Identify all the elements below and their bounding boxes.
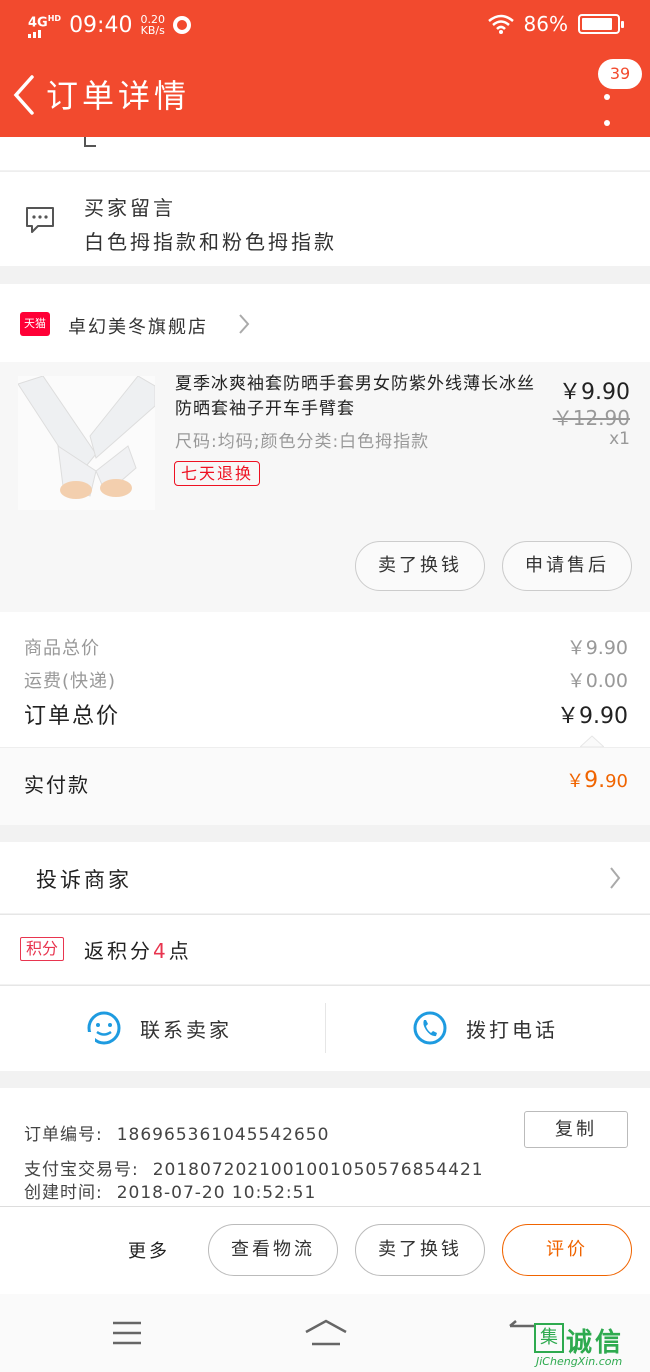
goods-total-value: ￥9.90: [566, 637, 628, 659]
watermark-url: JiChengXin.com: [536, 1355, 623, 1368]
created-time-row: 创建时间: 2018-07-20 10:52:51: [24, 1178, 316, 1203]
contact-seller-label: 联系卖家: [140, 1017, 232, 1042]
network-sup: HD: [47, 14, 62, 23]
clock: 09:40: [69, 12, 133, 38]
tmall-logo: 天猫: [20, 312, 50, 336]
home-icon[interactable]: [304, 1318, 348, 1346]
nav-bar: 订单详情 39: [0, 55, 650, 135]
battery-icon: [578, 14, 624, 34]
more-menu-button[interactable]: [600, 90, 614, 130]
view-logistics-button[interactable]: 查看物流: [208, 1224, 338, 1276]
divider: [325, 1003, 326, 1053]
battery-percent: 86%: [523, 12, 568, 36]
chat-bubble-icon: [26, 207, 54, 233]
shop-name[interactable]: 卓幻美冬旗舰店: [68, 313, 208, 339]
product-original-price: ￥12.90: [552, 406, 630, 430]
order-total-label: 订单总价: [24, 704, 121, 729]
tmall-badge: 天猫: [20, 312, 50, 336]
order-number-value: 1869653610455426​50: [116, 1125, 330, 1145]
status-bar: 4GHD 09:40 0.20 KB/s 86%: [0, 0, 650, 50]
alipay-row: 支付宝交易号: 2018072021001001050576854421: [24, 1155, 484, 1180]
shipping-label: 运费(快递): [24, 671, 117, 692]
call-label: 拨打电话: [466, 1017, 558, 1042]
resell-button[interactable]: 卖了换钱: [355, 541, 485, 591]
resell-bottom-button[interactable]: 卖了换钱: [355, 1224, 485, 1276]
paid-integer: 9.: [584, 768, 606, 793]
scrolled-partial-row: [0, 137, 650, 170]
return-policy-tag: 七天退换: [174, 461, 261, 486]
speed-unit: KB/s: [140, 24, 165, 38]
paid-decimal: 90: [605, 771, 628, 792]
after-sales-button[interactable]: 申请售后: [502, 541, 632, 591]
product-thumbnail[interactable]: [17, 375, 156, 510]
more-actions-button[interactable]: 更多: [128, 1237, 170, 1263]
network-speed: 0.20 KB/s: [140, 14, 165, 36]
created-time-value: 2018-07-20 10:52:51: [116, 1183, 317, 1203]
goods-total-label: 商品总价: [24, 638, 100, 659]
chevron-left-icon: [13, 75, 34, 115]
paid-amount-row: [0, 747, 650, 825]
notch-decoration: [580, 735, 604, 747]
points-text: 返积分4点: [84, 935, 192, 964]
buyer-message-title: 买家留言: [84, 196, 176, 220]
signal-icon: [28, 30, 61, 39]
order-number-label: 订单编号:: [24, 1125, 103, 1145]
back-button[interactable]: [10, 73, 40, 117]
globe-icon: [172, 16, 191, 35]
network-type: 4G: [28, 15, 48, 31]
buyer-message-text: 白色拇指款和粉色拇指款: [84, 230, 337, 254]
arm-sleeve-image: [17, 375, 156, 510]
points-badge: 积分: [20, 937, 64, 961]
chat-face-icon: [87, 1011, 121, 1045]
alipay-value: 2018072021001001050576854421: [152, 1160, 484, 1180]
paid-currency: ￥: [566, 771, 585, 792]
page-title: 订单详情: [46, 77, 191, 115]
buyer-message-section: 买家留言 白色拇指款和粉色拇指款: [0, 171, 650, 266]
watermark-logo: 集: [534, 1323, 564, 1353]
shipping-value: ￥0.00: [566, 670, 628, 692]
contact-seller-button[interactable]: 联系卖家: [86, 1005, 232, 1051]
product-spec: 尺码:均码;颜色分类:白色拇指款: [175, 432, 430, 452]
paid-label: 实付款: [24, 773, 90, 797]
complain-seller-label[interactable]: 投诉商家: [36, 864, 132, 894]
order-total-value: ￥9.90: [557, 704, 628, 729]
points-value: 4: [153, 939, 169, 963]
wifi-icon: [487, 14, 514, 34]
network-indicator: 4GHD: [28, 12, 62, 39]
alipay-label: 支付宝交易号:: [24, 1160, 139, 1180]
paid-value: ￥9.90: [566, 767, 628, 793]
product-title[interactable]: 夏季冰爽袖套防晒手套男女防紫外线薄长冰丝防晒套袖子开车手臂套: [175, 372, 535, 422]
chevron-right-icon: [610, 867, 621, 889]
created-time-label: 创建时间:: [24, 1183, 103, 1203]
message-count-badge[interactable]: 39: [598, 59, 642, 89]
phone-icon: [413, 1011, 447, 1045]
dot-icon: [604, 94, 610, 100]
chevron-right-icon: [239, 314, 250, 334]
call-button[interactable]: 拨打电话: [412, 1005, 558, 1051]
product-quantity: x1: [609, 429, 630, 449]
review-button[interactable]: 评价: [502, 1224, 632, 1276]
app-header: 4GHD 09:40 0.20 KB/s 86% 订单详情 39: [0, 0, 650, 137]
points-suffix: 点: [168, 939, 192, 963]
copy-button[interactable]: 复制: [524, 1111, 628, 1148]
watermark-title: 诚信: [566, 1328, 625, 1358]
dot-icon: [604, 120, 610, 126]
points-prefix: 返积分: [84, 939, 153, 963]
menu-icon[interactable]: [112, 1320, 142, 1346]
order-number-row: 订单编号: 1869653610455426​50: [24, 1120, 329, 1145]
